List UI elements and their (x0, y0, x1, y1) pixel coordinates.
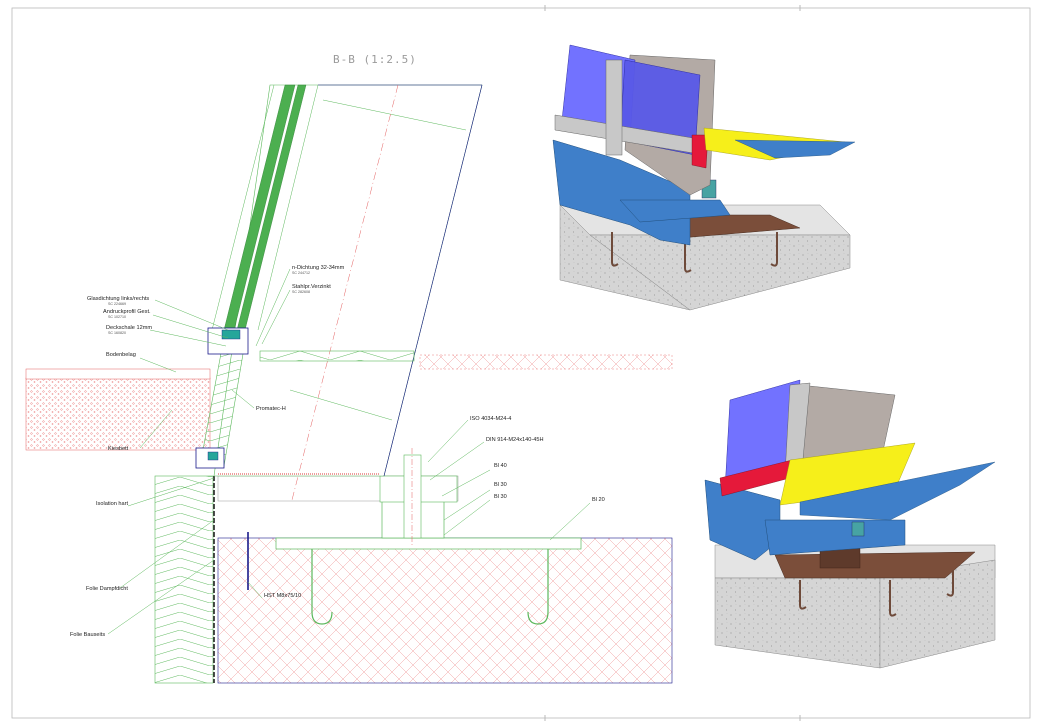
insulation-wall (154, 475, 214, 684)
code-andruckprofil: SC 102710 (108, 315, 126, 319)
bolt-m24 (403, 454, 422, 539)
code-dichtung: SC 244712 (292, 271, 310, 275)
label-bl30b: Bl 30 (494, 494, 507, 500)
concrete-slab (217, 537, 673, 684)
label-din: DIN 914-M24x140-45H (486, 437, 544, 443)
label-kiesbett: Kiesbett (108, 446, 129, 452)
section-title: B-B (1:2.5) (333, 53, 417, 66)
label-bodenbelag: Bodenbelag (106, 352, 136, 358)
label-hst: HST M8x75/10 (264, 593, 301, 599)
iso-view-top (552, 44, 856, 311)
drawing-sheet: B-B (1:2.5) Glasdichtung links/rechts SC… (11, 5, 1031, 721)
label-isolation: Isolation hart (96, 501, 128, 507)
label-bl20: Bl 20 (592, 497, 605, 503)
label-promatec: Promatec-H (256, 406, 286, 412)
concrete-block-front (714, 577, 881, 669)
floor-covering (25, 368, 211, 380)
gasket-block (207, 451, 219, 461)
label-iso: ISO 4034-M24-4 (470, 416, 511, 422)
label-folie-bau: Folie Bauseits (70, 632, 105, 638)
label-bl40: Bl 40 (494, 463, 507, 469)
gasket-block (221, 329, 241, 340)
gravel-bed (25, 377, 211, 451)
code-deckschale: SC 160820 (108, 331, 126, 335)
label-folie-dampf: Folie Dampfdicht (86, 586, 128, 592)
base-plate-bl20 (275, 537, 582, 550)
label-bl30a: Bl 30 (494, 482, 507, 488)
wood-plate (774, 551, 976, 579)
grey-mullion (605, 59, 623, 156)
transom-beam (259, 350, 415, 362)
code-stahlpr: SC 282608 (292, 290, 310, 294)
bolt-cylinder (851, 521, 865, 537)
code-glasdichtung: SC 224669 (108, 302, 126, 306)
iso-view-bottom (704, 379, 996, 669)
dashed-slab-strip (419, 354, 673, 370)
